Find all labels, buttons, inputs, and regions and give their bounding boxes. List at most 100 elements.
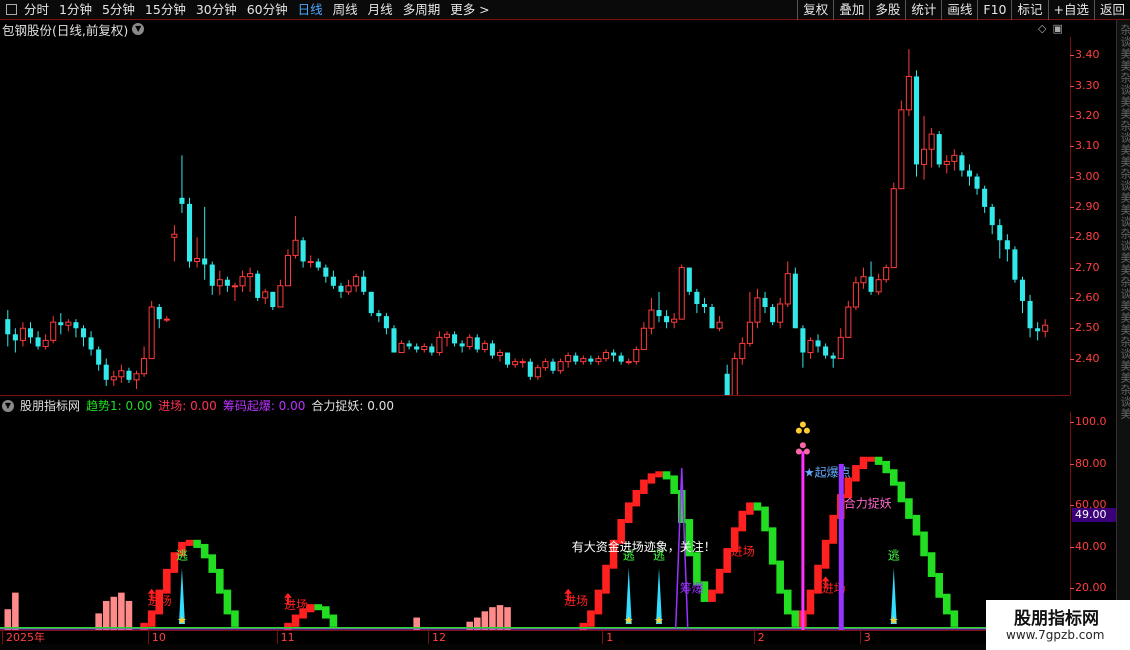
candle[interactable] xyxy=(664,310,670,329)
candle[interactable] xyxy=(671,313,678,329)
candle[interactable] xyxy=(126,367,132,383)
candle[interactable] xyxy=(951,149,958,171)
candle[interactable] xyxy=(595,355,602,365)
candle[interactable] xyxy=(868,261,874,295)
candle[interactable] xyxy=(398,340,405,354)
candle[interactable] xyxy=(837,328,844,360)
candle[interactable] xyxy=(429,343,435,356)
candle[interactable] xyxy=(883,264,890,283)
candle[interactable] xyxy=(27,322,34,344)
candle[interactable] xyxy=(73,319,79,338)
candle[interactable] xyxy=(565,352,572,368)
tab-2[interactable]: 5分钟 xyxy=(97,0,140,20)
candle[interactable] xyxy=(1004,234,1010,262)
candle[interactable] xyxy=(928,128,935,168)
candle[interactable] xyxy=(754,288,761,329)
candle[interactable] xyxy=(739,337,746,365)
tab-7[interactable]: 周线 xyxy=(328,0,363,20)
candle[interactable] xyxy=(171,225,178,262)
candle[interactable] xyxy=(496,349,504,362)
candle[interactable] xyxy=(421,343,428,353)
candle[interactable] xyxy=(913,70,920,177)
tab-6[interactable]: 日线 xyxy=(293,0,328,20)
candle[interactable] xyxy=(323,264,329,283)
candle[interactable] xyxy=(231,282,238,301)
candle[interactable] xyxy=(557,358,564,374)
candle[interactable] xyxy=(42,334,49,350)
candle[interactable] xyxy=(5,310,11,347)
action-button-8[interactable]: 返回 xyxy=(1093,0,1130,20)
candle[interactable] xyxy=(823,343,829,359)
candle[interactable] xyxy=(860,267,867,289)
candle[interactable] xyxy=(845,300,852,338)
candle[interactable] xyxy=(943,155,950,174)
action-button-6[interactable]: 标记 xyxy=(1011,0,1047,20)
candlestick-chart[interactable] xyxy=(0,37,1070,395)
candle[interactable] xyxy=(148,300,155,360)
action-button-4[interactable]: 画线 xyxy=(941,0,977,20)
candle[interactable] xyxy=(35,331,41,350)
action-button-0[interactable]: 复权 xyxy=(797,0,833,20)
candle[interactable] xyxy=(224,276,230,292)
candle[interactable] xyxy=(982,185,988,213)
candle[interactable] xyxy=(58,313,64,335)
candle[interactable] xyxy=(633,346,640,365)
candle[interactable] xyxy=(194,237,201,268)
candle[interactable] xyxy=(481,340,488,353)
candle[interactable] xyxy=(770,303,776,326)
candle[interactable] xyxy=(777,297,784,329)
candle[interactable] xyxy=(1019,276,1026,314)
action-button-1[interactable]: 叠加 xyxy=(833,0,869,20)
candle[interactable] xyxy=(1012,246,1018,283)
candle[interactable] xyxy=(542,358,549,371)
candle[interactable] xyxy=(307,255,314,268)
tab-0[interactable]: 分时 xyxy=(0,0,54,20)
diamond-icon[interactable]: ◇ xyxy=(1038,22,1046,35)
candle[interactable] xyxy=(12,328,18,353)
candle[interactable] xyxy=(133,370,140,389)
candle[interactable] xyxy=(618,352,624,365)
tab-8[interactable]: 月线 xyxy=(363,0,398,20)
candle[interactable] xyxy=(1042,319,1049,338)
candle[interactable] xyxy=(875,273,882,295)
candle[interactable] xyxy=(678,264,685,320)
action-button-5[interactable]: F10 xyxy=(977,0,1011,20)
candle[interactable] xyxy=(512,358,519,368)
candle[interactable] xyxy=(338,282,344,298)
candle[interactable] xyxy=(762,291,768,314)
candle[interactable] xyxy=(330,270,336,289)
candle[interactable] xyxy=(361,270,367,295)
square-icon[interactable]: ▣ xyxy=(1052,22,1062,35)
candle[interactable] xyxy=(800,325,806,368)
candle[interactable] xyxy=(368,291,374,317)
candle[interactable] xyxy=(436,331,443,356)
candle[interactable] xyxy=(694,288,700,314)
action-button-2[interactable]: 多股 xyxy=(869,0,905,20)
tab-3[interactable]: 15分钟 xyxy=(140,0,191,20)
tab-5[interactable]: 60分钟 xyxy=(242,0,293,20)
candle[interactable] xyxy=(852,276,859,311)
side-panel[interactable]: 杂谈美美杂谈美美杂谈美美杂谈美美谈杂谈美美杂谈美美美杂谈美美杂谈美 xyxy=(1116,20,1130,650)
candle[interactable] xyxy=(611,349,617,362)
candle[interactable] xyxy=(103,358,109,386)
stock-title[interactable]: 包钢股份(日线,前复权) ▼ xyxy=(2,21,145,38)
candle[interactable] xyxy=(110,370,117,386)
candle[interactable] xyxy=(936,131,942,168)
candle[interactable] xyxy=(345,279,352,295)
candle[interactable] xyxy=(573,352,579,365)
candle[interactable] xyxy=(209,261,215,295)
candle[interactable] xyxy=(315,258,321,271)
candle[interactable] xyxy=(997,219,1003,259)
candle[interactable] xyxy=(527,358,533,380)
candle[interactable] xyxy=(989,203,995,235)
chevron-down-icon[interactable]: ▼ xyxy=(132,23,145,35)
candle[interactable] xyxy=(489,340,495,359)
candle[interactable] xyxy=(580,355,587,365)
candle[interactable] xyxy=(921,115,928,180)
candle[interactable] xyxy=(406,340,412,350)
candle[interactable] xyxy=(505,352,511,368)
candle[interactable] xyxy=(640,322,647,350)
candle[interactable] xyxy=(284,249,292,287)
candle[interactable] xyxy=(156,303,162,329)
candle[interactable] xyxy=(118,364,125,383)
